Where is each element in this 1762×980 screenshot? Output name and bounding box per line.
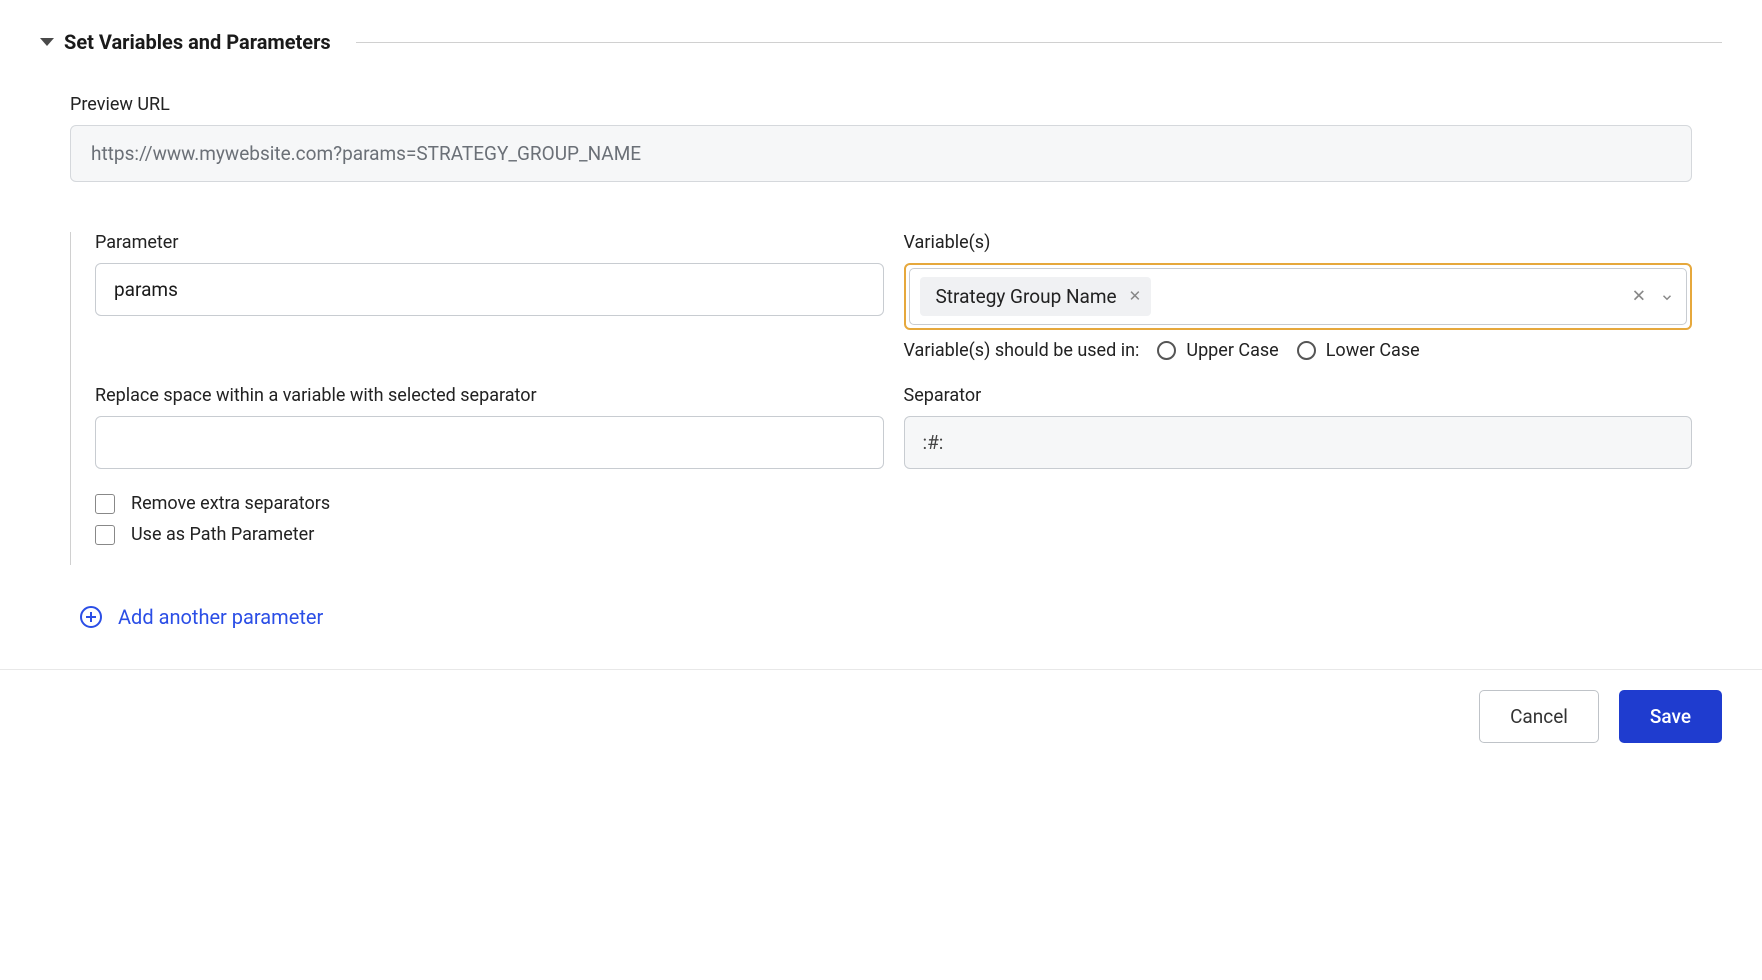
- variables-highlight: Strategy Group Name ✕ ✕: [904, 263, 1693, 330]
- variable-chip-label: Strategy Group Name: [936, 285, 1117, 308]
- path-param-label: Use as Path Parameter: [131, 524, 314, 545]
- chevron-down-icon[interactable]: [1660, 291, 1672, 303]
- add-parameter-label: Add another parameter: [118, 605, 323, 629]
- add-parameter-link[interactable]: Add another parameter: [80, 605, 1722, 629]
- section-title: Set Variables and Parameters: [64, 30, 331, 54]
- parameter-label: Parameter: [95, 232, 884, 253]
- preview-url-label: Preview URL: [70, 94, 1692, 115]
- remove-extra-label: Remove extra separators: [131, 493, 330, 514]
- checkbox-icon: [95, 494, 115, 514]
- variables-label: Variable(s): [904, 232, 1693, 253]
- multiselect-clear-icon[interactable]: ✕: [1632, 288, 1646, 305]
- radio-icon: [1297, 341, 1316, 360]
- remove-extra-checkbox[interactable]: Remove extra separators: [95, 493, 1692, 514]
- cancel-button[interactable]: Cancel: [1479, 690, 1599, 743]
- preview-url-box: https://www.mywebsite.com?params=STRATEG…: [70, 125, 1692, 182]
- separator-input[interactable]: [904, 416, 1693, 469]
- footer: Cancel Save: [0, 669, 1762, 773]
- radio-icon: [1157, 341, 1176, 360]
- replace-space-label: Replace space within a variable with sel…: [95, 385, 884, 406]
- variables-multiselect[interactable]: Strategy Group Name ✕ ✕: [909, 268, 1688, 325]
- divider: [356, 42, 1722, 43]
- upper-case-label: Upper Case: [1186, 340, 1278, 361]
- plus-circle-icon: [80, 606, 102, 628]
- collapse-caret-icon[interactable]: [40, 38, 54, 46]
- lower-case-label: Lower Case: [1326, 340, 1420, 361]
- path-param-checkbox[interactable]: Use as Path Parameter: [95, 524, 1692, 545]
- checkbox-icon: [95, 525, 115, 545]
- save-button[interactable]: Save: [1619, 690, 1722, 743]
- lower-case-radio[interactable]: Lower Case: [1297, 340, 1420, 361]
- section-header[interactable]: Set Variables and Parameters: [40, 30, 1722, 54]
- chip-remove-icon[interactable]: ✕: [1129, 289, 1142, 304]
- replace-space-input[interactable]: [95, 416, 884, 469]
- variable-chip: Strategy Group Name ✕: [920, 277, 1152, 316]
- case-prompt: Variable(s) should be used in:: [904, 340, 1140, 361]
- separator-label: Separator: [904, 385, 1693, 406]
- parameter-input[interactable]: [95, 263, 884, 316]
- upper-case-radio[interactable]: Upper Case: [1157, 340, 1278, 361]
